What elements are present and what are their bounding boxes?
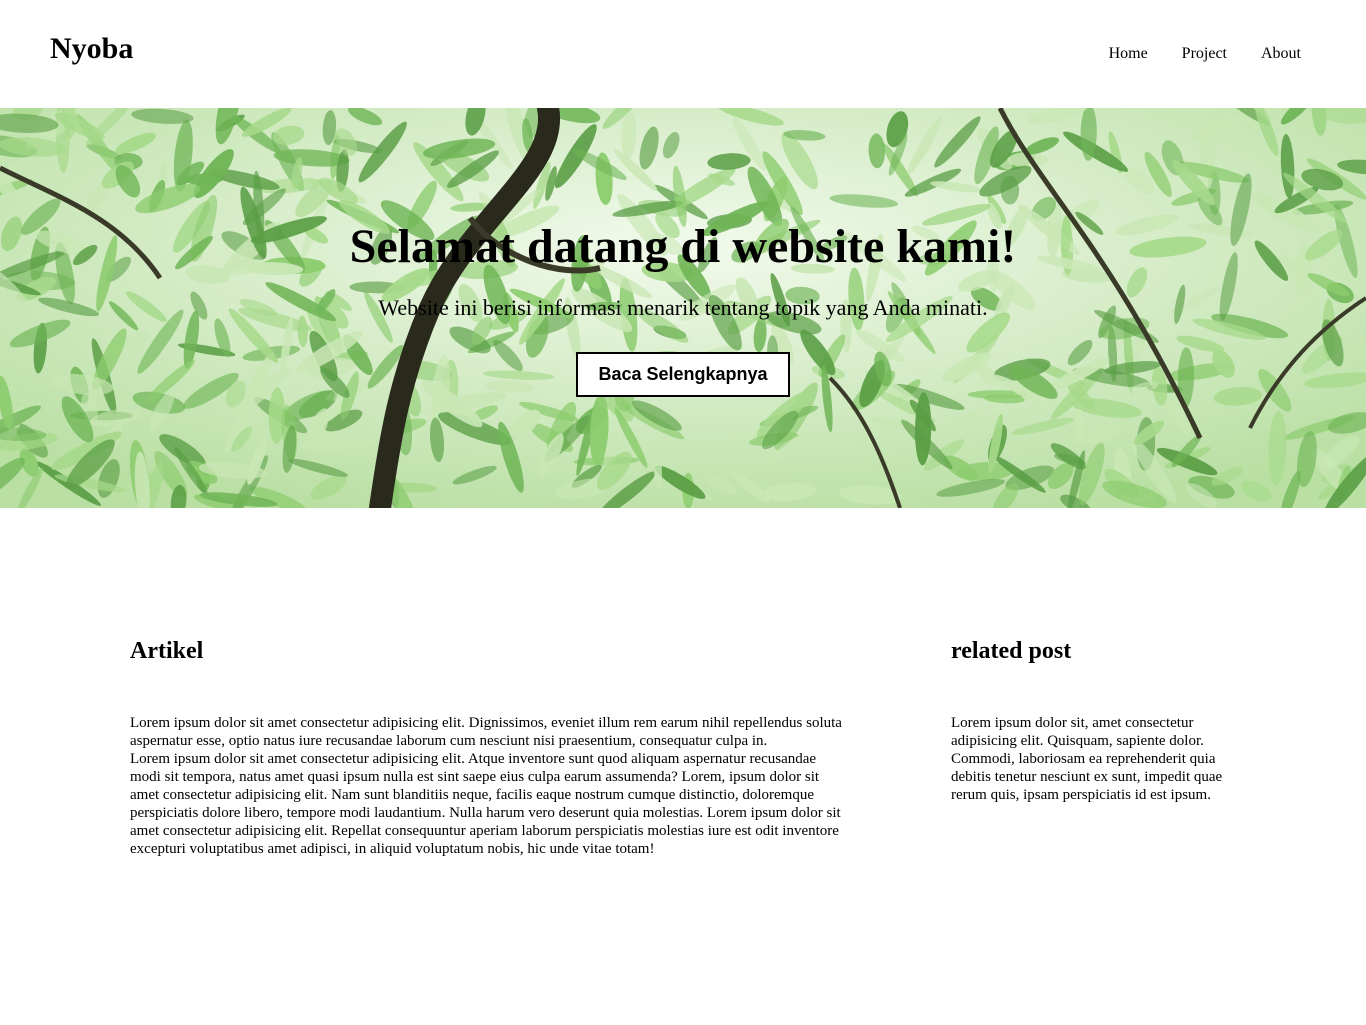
nav-project-link[interactable]: Project xyxy=(1182,43,1227,65)
hero-banner: Selamat datang di website kami! Website … xyxy=(0,108,1366,508)
main-nav: Home Project About xyxy=(1109,43,1301,65)
hero-title: Selamat datang di website kami! xyxy=(349,220,1017,273)
nav-about-link[interactable]: About xyxy=(1261,43,1301,65)
nav-home-link[interactable]: Home xyxy=(1109,43,1148,65)
brand-logo[interactable]: Nyoba xyxy=(50,30,133,68)
related-post-section: related post Lorem ipsum dolor sit, amet… xyxy=(951,636,1251,804)
related-post-body: Lorem ipsum dolor sit, amet consectetur … xyxy=(951,714,1251,804)
article-body: Lorem ipsum dolor sit amet consectetur a… xyxy=(130,714,850,858)
article-paragraph: Lorem ipsum dolor sit amet consectetur a… xyxy=(130,751,841,857)
article-paragraph: Lorem ipsum dolor sit amet consectetur a… xyxy=(130,715,842,749)
hero-content: Selamat datang di website kami! Website … xyxy=(0,108,1366,508)
read-more-button[interactable]: Baca Selengkapnya xyxy=(576,352,790,397)
site-header: Nyoba Home Project About xyxy=(0,0,1366,108)
related-post-text: Lorem ipsum dolor sit, amet consectetur … xyxy=(951,715,1223,803)
hero-subtitle: Website ini berisi informasi menarik ten… xyxy=(378,295,988,320)
article-section: Artikel Lorem ipsum dolor sit amet conse… xyxy=(130,636,850,858)
related-post-heading: related post xyxy=(951,638,1072,664)
article-heading: Artikel xyxy=(130,638,204,664)
